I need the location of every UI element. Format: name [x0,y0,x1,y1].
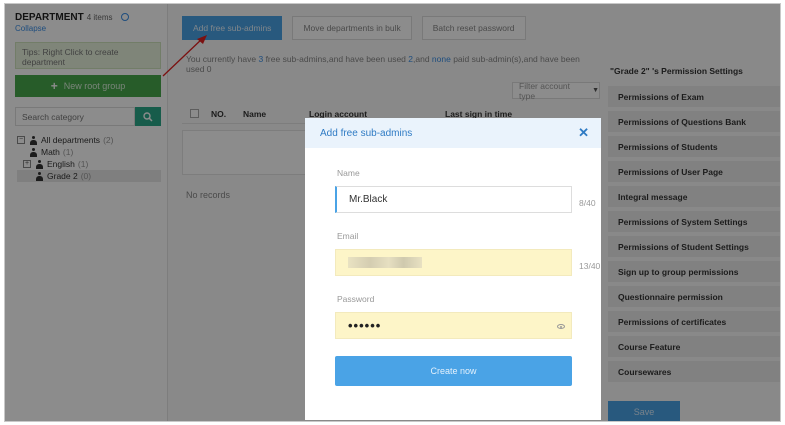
close-icon[interactable]: ✕ [578,126,589,139]
dialog-title: Add free sub-admins [320,127,413,139]
create-now-button[interactable]: Create now [335,356,572,386]
email-field[interactable] [335,249,572,276]
password-label: Password [337,294,375,304]
eye-icon[interactable] [557,324,565,329]
email-counter: 13/40 [579,261,601,271]
name-counter: 8/40 [579,198,596,208]
app-window: DEPARTMENT 4 items Collapse Tips: Right C… [4,3,781,422]
dialog-header: Add free sub-admins ✕ [305,118,601,148]
password-field[interactable]: •••••• [335,312,572,339]
password-value: •••••• [348,318,382,333]
name-value: Mr.Black [349,194,388,205]
name-field[interactable]: Mr.Black [335,186,572,213]
add-sub-admin-dialog: Add free sub-admins ✕ Name Mr.Black 8/40… [305,118,601,420]
name-label: Name [337,168,360,178]
redacted-email [348,257,422,268]
email-label: Email [337,231,359,241]
